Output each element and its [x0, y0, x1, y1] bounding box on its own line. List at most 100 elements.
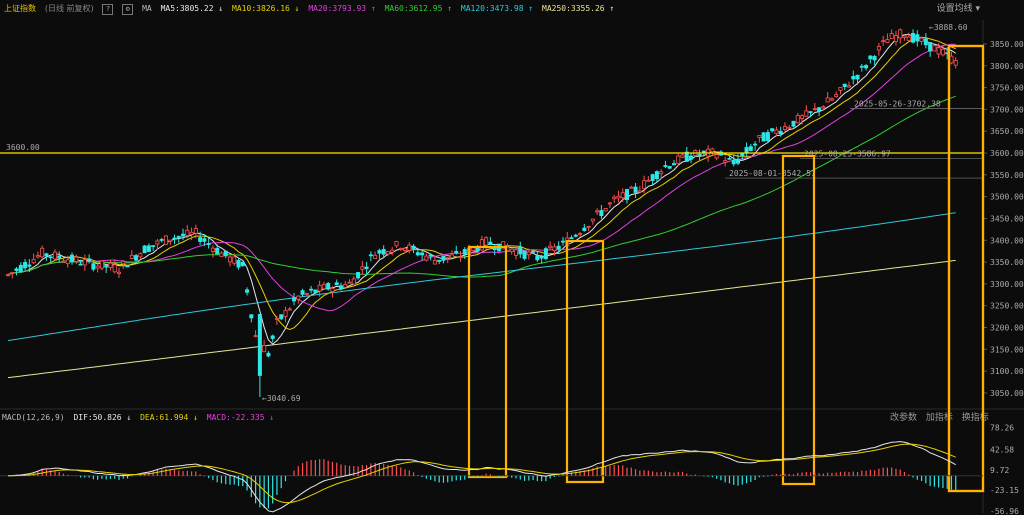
candle: [731, 159, 736, 165]
candle: [821, 106, 826, 109]
candle: [919, 37, 924, 42]
candle: [753, 143, 758, 146]
candle: [855, 74, 860, 80]
candle: [296, 295, 301, 300]
annotation-label: 2025-05-26-3702.38: [854, 99, 941, 108]
candle: [227, 256, 232, 263]
candle: [116, 271, 121, 274]
candle: [646, 179, 651, 182]
candle: [838, 86, 843, 91]
candle: [488, 241, 493, 246]
price-tick-label: 3400.00: [990, 236, 1024, 245]
candle: [518, 246, 523, 255]
candle: [35, 255, 40, 258]
candle: [129, 254, 134, 259]
candle: [625, 189, 630, 201]
candle: [825, 97, 830, 103]
candle: [526, 251, 531, 256]
candle: [364, 266, 369, 270]
candle: [70, 254, 75, 263]
candle: [338, 285, 343, 290]
candle: [723, 160, 728, 163]
candle: [676, 155, 681, 164]
candle: [390, 249, 395, 253]
candle: [876, 46, 881, 51]
candle: [134, 255, 139, 261]
candle: [249, 314, 254, 319]
candle: [274, 318, 279, 320]
candle: [906, 36, 911, 41]
candle: [415, 252, 420, 256]
candle: [727, 157, 732, 160]
candle: [142, 245, 147, 254]
candle: [599, 210, 604, 217]
candle: [817, 107, 822, 112]
candle: [808, 111, 813, 113]
candle: [509, 248, 514, 252]
candle: [791, 120, 796, 127]
candle: [411, 245, 416, 249]
candle: [262, 345, 267, 353]
candle: [569, 237, 574, 240]
candle: [872, 56, 877, 61]
candle: [356, 272, 361, 279]
candle: [334, 282, 339, 286]
candle: [885, 39, 890, 43]
candle: [770, 128, 775, 132]
candle: [740, 153, 745, 156]
candle: [774, 129, 779, 134]
candle: [78, 263, 83, 266]
candle: [535, 255, 540, 261]
candle: [181, 233, 186, 237]
candle: [454, 250, 459, 254]
candle: [539, 256, 544, 259]
candle: [6, 274, 11, 276]
price-tick-label: 3150.00: [990, 345, 1024, 354]
candle: [859, 65, 864, 68]
candle: [603, 208, 608, 212]
candle: [842, 83, 847, 87]
candle: [240, 261, 245, 267]
macd-tick-label: 42.58: [990, 445, 1014, 454]
candle: [18, 264, 23, 272]
candle: [189, 231, 194, 235]
candle: [245, 289, 250, 293]
candle: [14, 268, 19, 272]
candle: [347, 281, 352, 284]
macd-tick-label: -23.15: [990, 486, 1019, 495]
candle: [215, 248, 220, 255]
price-tick-label: 3350.00: [990, 258, 1024, 267]
annotation-label: ←3888.60: [929, 23, 968, 32]
candle: [219, 252, 224, 257]
candle: [710, 148, 715, 152]
candle: [889, 33, 894, 39]
candle: [629, 186, 634, 189]
candle: [940, 48, 945, 56]
highlight-box: [947, 44, 985, 493]
candle: [420, 252, 425, 256]
candle: [172, 237, 177, 240]
candle: [697, 153, 702, 156]
candle: [40, 247, 45, 258]
candle: [292, 297, 297, 302]
candle: [556, 245, 561, 250]
candle: [834, 94, 839, 97]
candle: [650, 174, 655, 181]
candle: [168, 239, 173, 242]
candle: [155, 240, 160, 245]
candle: [654, 171, 659, 179]
candle: [881, 40, 886, 43]
candle: [91, 263, 96, 270]
candle: [893, 35, 898, 42]
candle: [52, 251, 57, 260]
candle: [163, 235, 168, 245]
candle: [82, 259, 87, 266]
candle: [847, 85, 852, 88]
candlestick-chart[interactable]: 3850.00 3800.00 3750.00 3700.00 3650.00 3600.…: [0, 0, 1024, 515]
candle: [659, 171, 664, 175]
candle: [317, 284, 322, 292]
candle: [757, 135, 762, 138]
candle: [620, 192, 625, 199]
candle: [531, 250, 536, 253]
candle: [744, 147, 749, 154]
